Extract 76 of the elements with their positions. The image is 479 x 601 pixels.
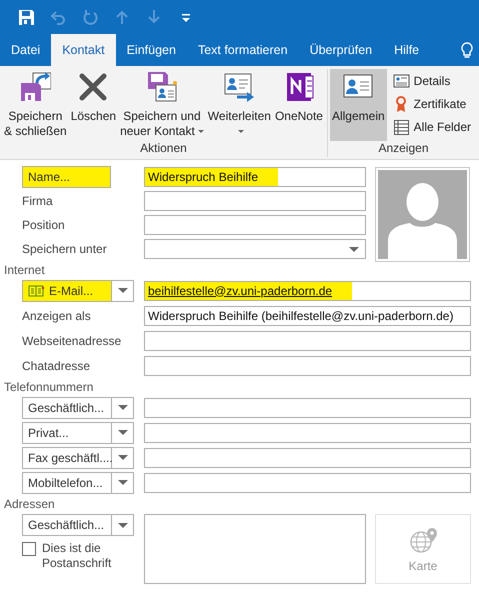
input-field[interactable] [144, 215, 366, 235]
group-label: Anzeigen [377, 141, 430, 157]
input-field[interactable] [144, 330, 471, 350]
table-grid-icon [392, 118, 410, 136]
address-field[interactable] [144, 514, 366, 584]
ribbon-tab[interactable]: Datei [0, 34, 52, 66]
ribbon-button[interactable]: Speichern und neuer Kontakt [118, 69, 206, 141]
section-heading: Internet [4, 263, 46, 277]
section-heading: Telefonnummern [4, 380, 94, 394]
name-button[interactable]: Name... [22, 166, 111, 188]
ribbon-tab[interactable]: Text formatieren [186, 34, 299, 66]
globe-pin-icon [408, 526, 438, 552]
caret-icon [118, 288, 128, 293]
dropdown-button[interactable] [112, 396, 134, 418]
dropdown-button[interactable] [112, 514, 134, 536]
caret-icon [118, 455, 128, 460]
input-field[interactable] [144, 472, 471, 492]
ribbon-tab[interactable]: Hilfe [383, 34, 430, 66]
dropdown-button[interactable] [112, 422, 134, 444]
dropdown-button[interactable] [112, 280, 134, 302]
field-type-button[interactable]: E-Mail... [22, 280, 112, 302]
input-field[interactable]: beihilfestelle@zv.uni-paderborn.de [144, 280, 471, 300]
group-label: Aktionen [139, 141, 188, 157]
field-label: Firma [22, 194, 54, 208]
input-field[interactable] [144, 398, 471, 418]
forward-contact-icon [223, 71, 256, 103]
view-button[interactable]: Details [390, 71, 474, 91]
input-field[interactable]: Widerspruch Beihilfe [144, 167, 366, 187]
input-field[interactable] [144, 448, 471, 468]
view-button[interactable]: Allgemein [330, 69, 387, 141]
save-icon [18, 9, 34, 25]
field-label: Chatadresse [22, 358, 92, 372]
caret-icon [118, 405, 128, 410]
person-silhouette-icon [378, 170, 467, 259]
caret-icon [118, 480, 128, 485]
input-field[interactable] [144, 356, 471, 376]
view-button[interactable]: Alle Felder [390, 117, 474, 137]
dropdown-button[interactable] [112, 472, 134, 494]
ribbon-button[interactable]: Speichern & schließen [2, 69, 69, 141]
up-arrow-icon [114, 9, 130, 25]
checkbox-label: Dies ist die Postanschrift [42, 541, 112, 571]
checkbox[interactable] [22, 542, 36, 556]
lightbulb-icon[interactable] [459, 42, 475, 58]
caret-icon [349, 246, 359, 252]
view-button[interactable]: Zertifikate [390, 94, 474, 114]
field-type-button[interactable]: Geschäftlich... [22, 514, 112, 536]
field-type-button[interactable]: Geschäftlich... [22, 396, 112, 418]
field-label: Position [22, 218, 66, 232]
save-and-close-icon [19, 71, 52, 103]
section-heading: Adressen [4, 497, 56, 511]
input-field[interactable] [144, 422, 471, 442]
caret-icon [118, 430, 128, 435]
caret-icon [118, 522, 128, 528]
ribbon-button[interactable]: Weiterleiten [206, 69, 273, 141]
ribbon-tab[interactable]: Kontakt [51, 34, 116, 66]
field-label: Speichern unter [22, 242, 108, 256]
input-field[interactable] [144, 191, 366, 211]
field-label: Webseitenadresse [22, 334, 122, 348]
ribbon-tab[interactable]: Überprüfen [298, 34, 384, 66]
details-card-icon [392, 72, 410, 90]
undo-icon [50, 9, 66, 25]
down-arrow-icon [146, 9, 162, 25]
ribbon-tab[interactable]: Einfügen [116, 34, 187, 66]
field-label: Anzeigen als [22, 308, 92, 322]
redo-icon [82, 9, 98, 25]
dropdown-button[interactable] [112, 446, 134, 468]
ribbon-button[interactable]: OneNote [272, 69, 325, 141]
save-new-contact-icon [146, 71, 178, 103]
field-type-button[interactable]: Privat... [22, 422, 112, 444]
address-book-icon [28, 284, 45, 298]
input-field[interactable]: Widerspruch Beihilfe (beihilfestelle@zv.uni-paderborn.de) [144, 306, 471, 326]
field-type-button[interactable]: Fax geschäftl.... [22, 446, 112, 468]
field-type-button[interactable]: Mobiltelefon... [22, 472, 112, 494]
delete-x-icon [77, 71, 110, 103]
ribbon-button[interactable]: Löschen [68, 69, 118, 141]
dropdown-field[interactable] [144, 239, 366, 259]
